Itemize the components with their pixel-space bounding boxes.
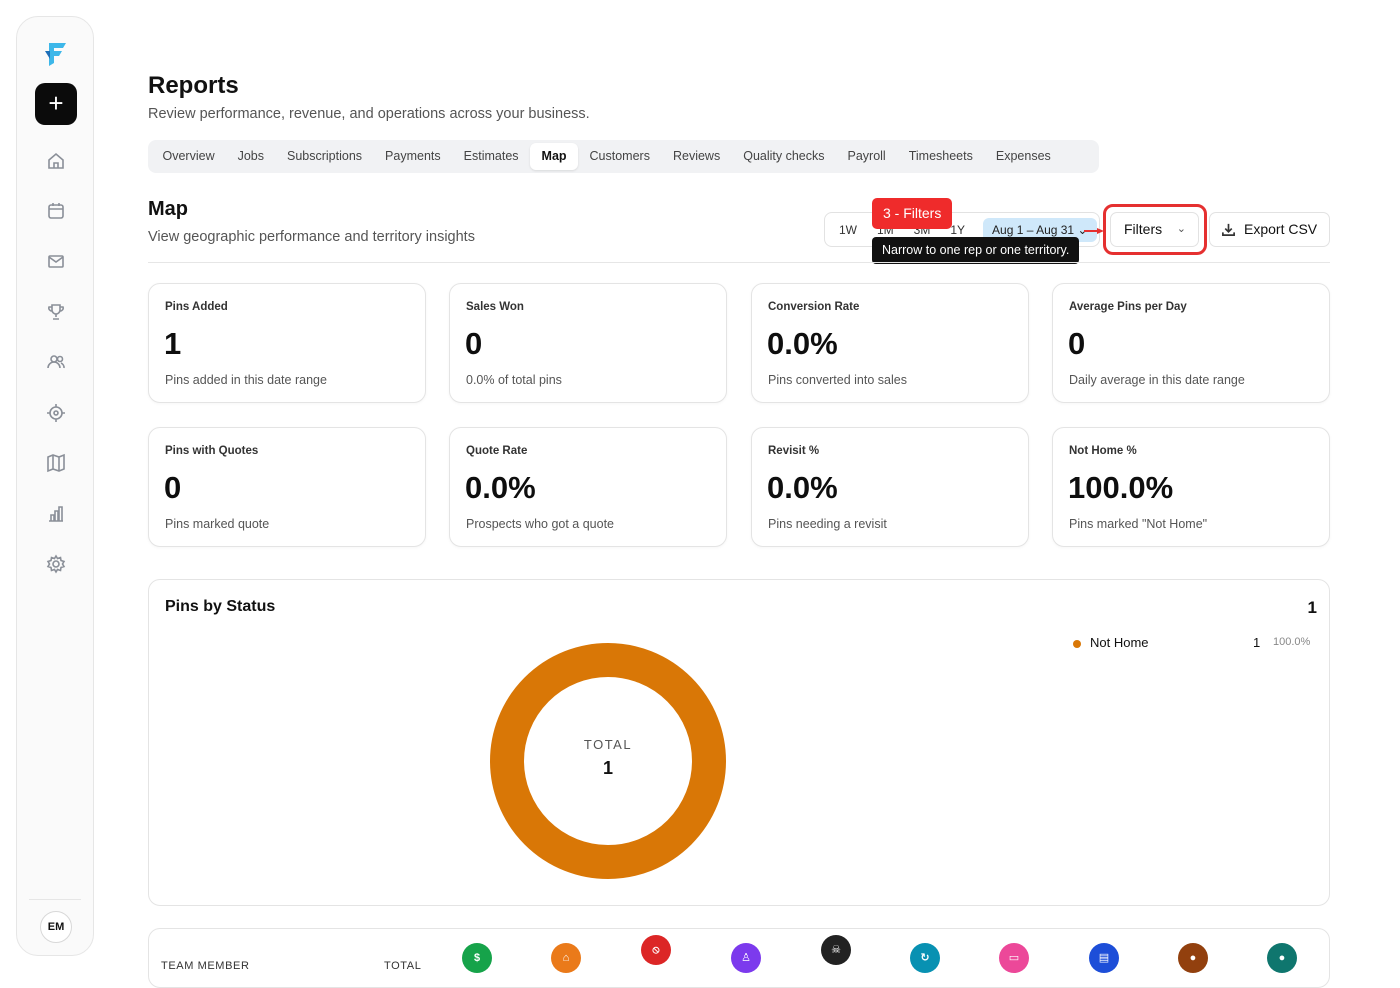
metric-label: Quote Rate [466, 445, 528, 457]
bar-chart-icon[interactable] [46, 504, 66, 524]
panel-title: Pins by Status [165, 598, 276, 615]
metric-value: 0 [1068, 326, 1086, 361]
donut-chart: TOTAL 1 [490, 643, 726, 879]
tab-expenses[interactable]: Expenses [984, 143, 1062, 170]
person-icon: ♙ [731, 943, 761, 973]
donut-center-value: 1 [603, 758, 613, 778]
metric-card-not-home: Not Home % 100.0% Pins marked "Not Home" [1052, 427, 1330, 547]
dot-brown-icon: ● [1178, 943, 1208, 973]
tab-payroll[interactable]: Payroll [836, 143, 897, 170]
range-1w-button[interactable]: 1W [829, 223, 867, 237]
column-header-team-member: TEAM MEMBER [161, 960, 250, 972]
metric-description: Pins converted into sales [768, 373, 907, 387]
metric-label: Revisit % [768, 445, 820, 457]
metric-description: Pins needing a revisit [768, 517, 887, 531]
metric-value: 0 [164, 470, 182, 505]
section-divider [148, 262, 1330, 263]
tab-timesheets[interactable]: Timesheets [897, 143, 984, 170]
export-label: Export CSV [1244, 221, 1318, 237]
legend-dot [1073, 640, 1081, 648]
mail-icon[interactable] [46, 251, 66, 271]
filters-button[interactable]: Filters ⌄ [1110, 212, 1199, 247]
no-icon: ⦸ [641, 935, 671, 965]
legend-value: 1 [1253, 635, 1261, 650]
add-button[interactable]: + [35, 83, 77, 125]
sidebar-divider [29, 899, 81, 900]
dot-teal-icon: ● [1267, 943, 1297, 973]
tab-customers[interactable]: Customers [578, 143, 661, 170]
metric-value: 0.0% [465, 470, 536, 505]
metric-label: Pins Added [165, 301, 228, 313]
date-range-label: Aug 1 – Aug 31 [992, 222, 1075, 237]
home-status-icon: ⌂ [551, 943, 581, 973]
metric-label: Sales Won [466, 301, 524, 313]
page-subtitle: Review performance, revenue, and operati… [148, 106, 590, 122]
tab-payments[interactable]: Payments [374, 143, 453, 170]
metric-description: Prospects who got a quote [466, 517, 615, 531]
target-icon[interactable] [46, 403, 66, 423]
users-icon[interactable] [46, 352, 66, 372]
tab-estimates[interactable]: Estimates [452, 143, 530, 170]
legend-item[interactable]: Not Home 1 100.0% [1073, 634, 1313, 652]
avatar[interactable]: EM [40, 911, 72, 943]
metric-description: Pins marked quote [165, 517, 270, 531]
gear-icon[interactable] [46, 554, 66, 574]
filters-label: Filters [1124, 221, 1163, 237]
app-logo[interactable] [41, 37, 71, 67]
calendar-icon[interactable] [46, 201, 66, 221]
team-member-table: TEAM MEMBER TOTAL $ ⌂ ⦸ ♙ ☠ ↻ ▭ ▤ ● ● [148, 928, 1330, 988]
metric-description: Pins added in this date range [165, 373, 327, 387]
ticket-icon: ▭ [999, 943, 1029, 973]
filters-count-badge: 3 - Filters [872, 198, 953, 229]
tab-subscriptions[interactable]: Subscriptions [276, 143, 374, 170]
metric-card-conversion-rate: Conversion Rate 0.0% Pins converted into… [751, 283, 1029, 403]
trophy-icon[interactable] [46, 302, 66, 322]
tab-map[interactable]: Map [530, 143, 579, 170]
arrow-right-icon [1084, 228, 1104, 234]
export-csv-button[interactable]: Export CSV [1209, 212, 1330, 247]
home-icon[interactable] [46, 151, 66, 171]
download-icon [1222, 223, 1235, 236]
tab-jobs[interactable]: Jobs [226, 143, 275, 170]
skull-icon: ☠ [821, 935, 851, 965]
sidebar: + EM [16, 16, 94, 956]
revisit-icon: ↻ [910, 943, 940, 973]
metric-value: 0.0% [767, 470, 838, 505]
donut-center-label: TOTAL [584, 737, 632, 752]
metric-description: 0.0% of total pins [466, 373, 562, 387]
tab-reviews[interactable]: Reviews [661, 143, 731, 170]
tab-quality-checks[interactable]: Quality checks [732, 143, 836, 170]
metric-description: Pins marked "Not Home" [1069, 517, 1208, 531]
metric-value: 0.0% [767, 326, 838, 361]
legend-percent: 100.0% [1273, 636, 1311, 648]
metric-description: Daily average in this date range [1069, 373, 1245, 387]
metric-label: Not Home % [1069, 445, 1137, 457]
metric-card-revisit: Revisit % 0.0% Pins needing a revisit [751, 427, 1029, 547]
pins-by-status-panel: Pins by Status 1 TOTAL 1 Not Home 1 100.… [148, 579, 1330, 906]
sale-icon: $ [462, 943, 492, 973]
document-icon: ▤ [1089, 943, 1119, 973]
column-header-total: TOTAL [384, 960, 422, 972]
metric-card-pins-added: Pins Added 1 Pins added in this date ran… [148, 283, 426, 403]
legend-name: Not Home [1090, 635, 1149, 650]
metric-card-pins-with-quotes: Pins with Quotes 0 Pins marked quote [148, 427, 426, 547]
section-subtitle: View geographic performance and territor… [148, 229, 475, 245]
metric-card-average-pins: Average Pins per Day 0 Daily average in … [1052, 283, 1330, 403]
filters-tooltip: Narrow to one rep or one territory. [872, 237, 1080, 264]
page-title: Reports [148, 72, 239, 99]
metric-label: Average Pins per Day [1069, 301, 1187, 313]
metric-label: Pins with Quotes [165, 445, 259, 457]
metric-label: Conversion Rate [768, 301, 860, 313]
section-title: Map [148, 198, 188, 220]
tab-overview[interactable]: Overview [151, 143, 226, 170]
metric-value: 100.0% [1068, 470, 1174, 505]
metric-value: 0 [465, 326, 483, 361]
metric-value: 1 [164, 326, 182, 361]
report-tabs: Overview Jobs Subscriptions Payments Est… [148, 140, 1099, 173]
panel-count: 1 [1307, 598, 1317, 617]
metric-card-sales-won: Sales Won 0 0.0% of total pins [449, 283, 727, 403]
chevron-down-icon: ⌄ [1176, 223, 1186, 235]
map-icon[interactable] [46, 453, 66, 473]
metric-card-quote-rate: Quote Rate 0.0% Prospects who got a quot… [449, 427, 727, 547]
